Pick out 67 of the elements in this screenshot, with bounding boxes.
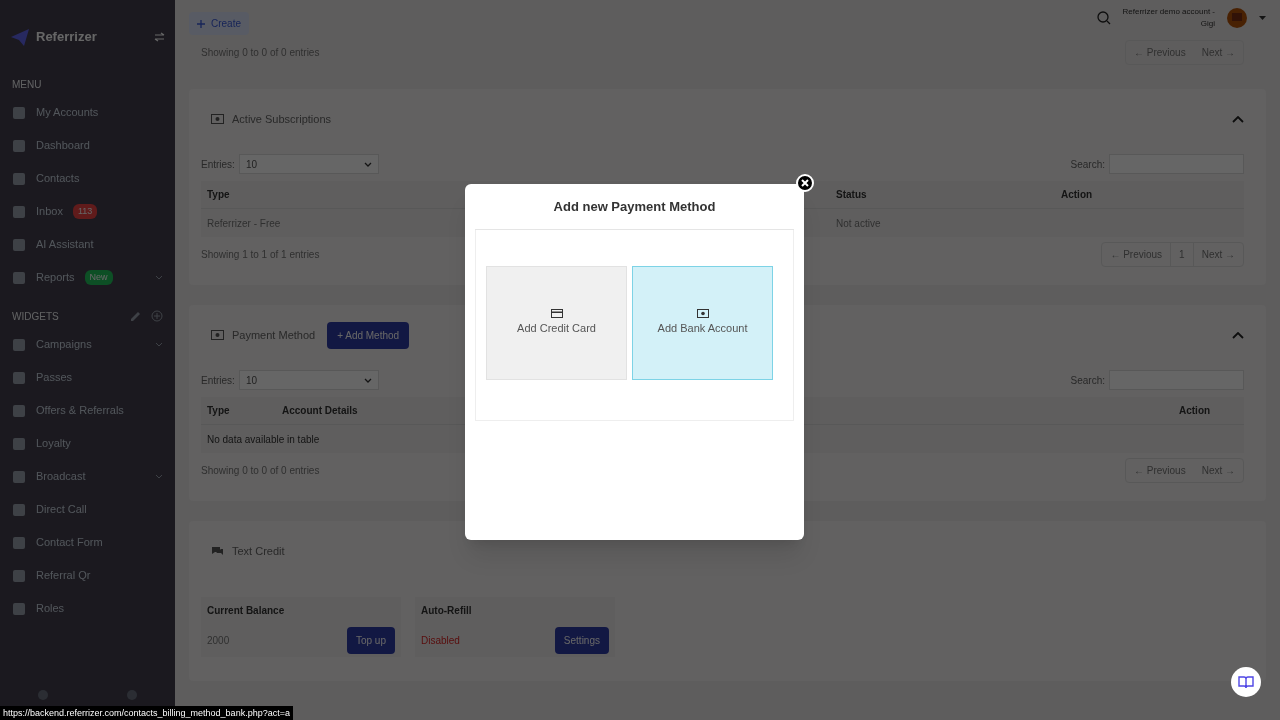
- column-header: Type: [207, 188, 231, 202]
- plus-icon: [151, 310, 163, 322]
- search-icon: [1096, 11, 1111, 25]
- new-badge: New: [84, 269, 113, 286]
- entries-label: Entries:: [201, 157, 235, 172]
- empty-table-message: No data available in table: [207, 432, 320, 447]
- menu-item-icon: [12, 601, 26, 616]
- create-button[interactable]: Create: [189, 12, 249, 35]
- action-button[interactable]: Settings: [554, 626, 609, 654]
- swap-icon: [154, 32, 165, 42]
- section-heading: MENU: [12, 77, 42, 92]
- entries-select[interactable]: 10: [238, 370, 379, 390]
- banknote-icon: [696, 309, 709, 319]
- section-title: Text Credit: [232, 543, 285, 559]
- help-button[interactable]: [1231, 667, 1261, 697]
- account-name: Referrizer demo account -: [1122, 6, 1215, 18]
- menu-item-icon: [12, 204, 26, 219]
- menu-item-icon: [12, 568, 26, 583]
- plus-icon: [197, 19, 205, 28]
- entries-select[interactable]: 10: [238, 154, 379, 174]
- status-url: https://backend.referrizer.com/contacts_billing_method_bank.php?act=a: [0, 706, 293, 720]
- menu-item-icon: [12, 469, 26, 484]
- chevron-up-icon: [1232, 115, 1244, 123]
- chevron-down-icon: [155, 474, 163, 479]
- menu-item-icon: [12, 105, 26, 120]
- panel-title: Auto-Refill: [421, 603, 473, 618]
- column-header: Action: [1061, 188, 1094, 202]
- chevron-down-icon: [155, 275, 163, 280]
- count-badge: 113: [72, 203, 98, 220]
- column-header: Account Details: [282, 404, 359, 418]
- dialog-title: Add new Payment Method: [553, 197, 716, 216]
- brand-name: Referrizer: [36, 28, 97, 47]
- chevron-down-icon: [363, 161, 372, 167]
- section-heading: WIDGETS: [12, 309, 59, 324]
- caret-icon: [1259, 16, 1266, 20]
- pencil-icon: [130, 310, 141, 322]
- menu-item-icon: [12, 138, 26, 153]
- payment-option[interactable]: Add Bank Account: [632, 266, 773, 380]
- close-icon: [801, 179, 809, 187]
- menu-item-icon: [12, 535, 26, 550]
- menu-item-icon: [12, 237, 26, 252]
- search-label: Search:: [1070, 157, 1105, 172]
- menu-item-icon: [12, 436, 26, 451]
- credit-card-icon: [550, 309, 563, 319]
- action-button[interactable]: Top up: [346, 626, 395, 654]
- section-title: Active Subscriptions: [232, 111, 332, 127]
- avatar-icon: [1227, 8, 1247, 28]
- menu-item-icon: [12, 502, 26, 517]
- panel-title: Current Balance: [207, 603, 286, 618]
- entries-label: Entries:: [201, 373, 235, 388]
- column-header: Type: [207, 404, 231, 418]
- column-header: Status: [836, 188, 868, 202]
- book-icon: [1238, 675, 1254, 689]
- menu-item-icon: [12, 171, 26, 186]
- payment-option[interactable]: Add Credit Card: [486, 266, 627, 380]
- chevron-up-icon: [1232, 331, 1244, 339]
- menu-item-icon: [12, 403, 26, 418]
- column-header: Action: [1179, 404, 1212, 418]
- paper-plane-icon: [10, 27, 30, 47]
- chevron-down-icon: [155, 342, 163, 347]
- menu-item-icon: [12, 370, 26, 385]
- menu-item-icon: [12, 337, 26, 352]
- chevron-down-icon: [363, 377, 372, 383]
- status-text: Disabled: [421, 633, 460, 648]
- add-method-button[interactable]: + Add Method: [327, 321, 410, 349]
- menu-item-icon: [12, 270, 26, 285]
- search-label: Search:: [1070, 373, 1105, 388]
